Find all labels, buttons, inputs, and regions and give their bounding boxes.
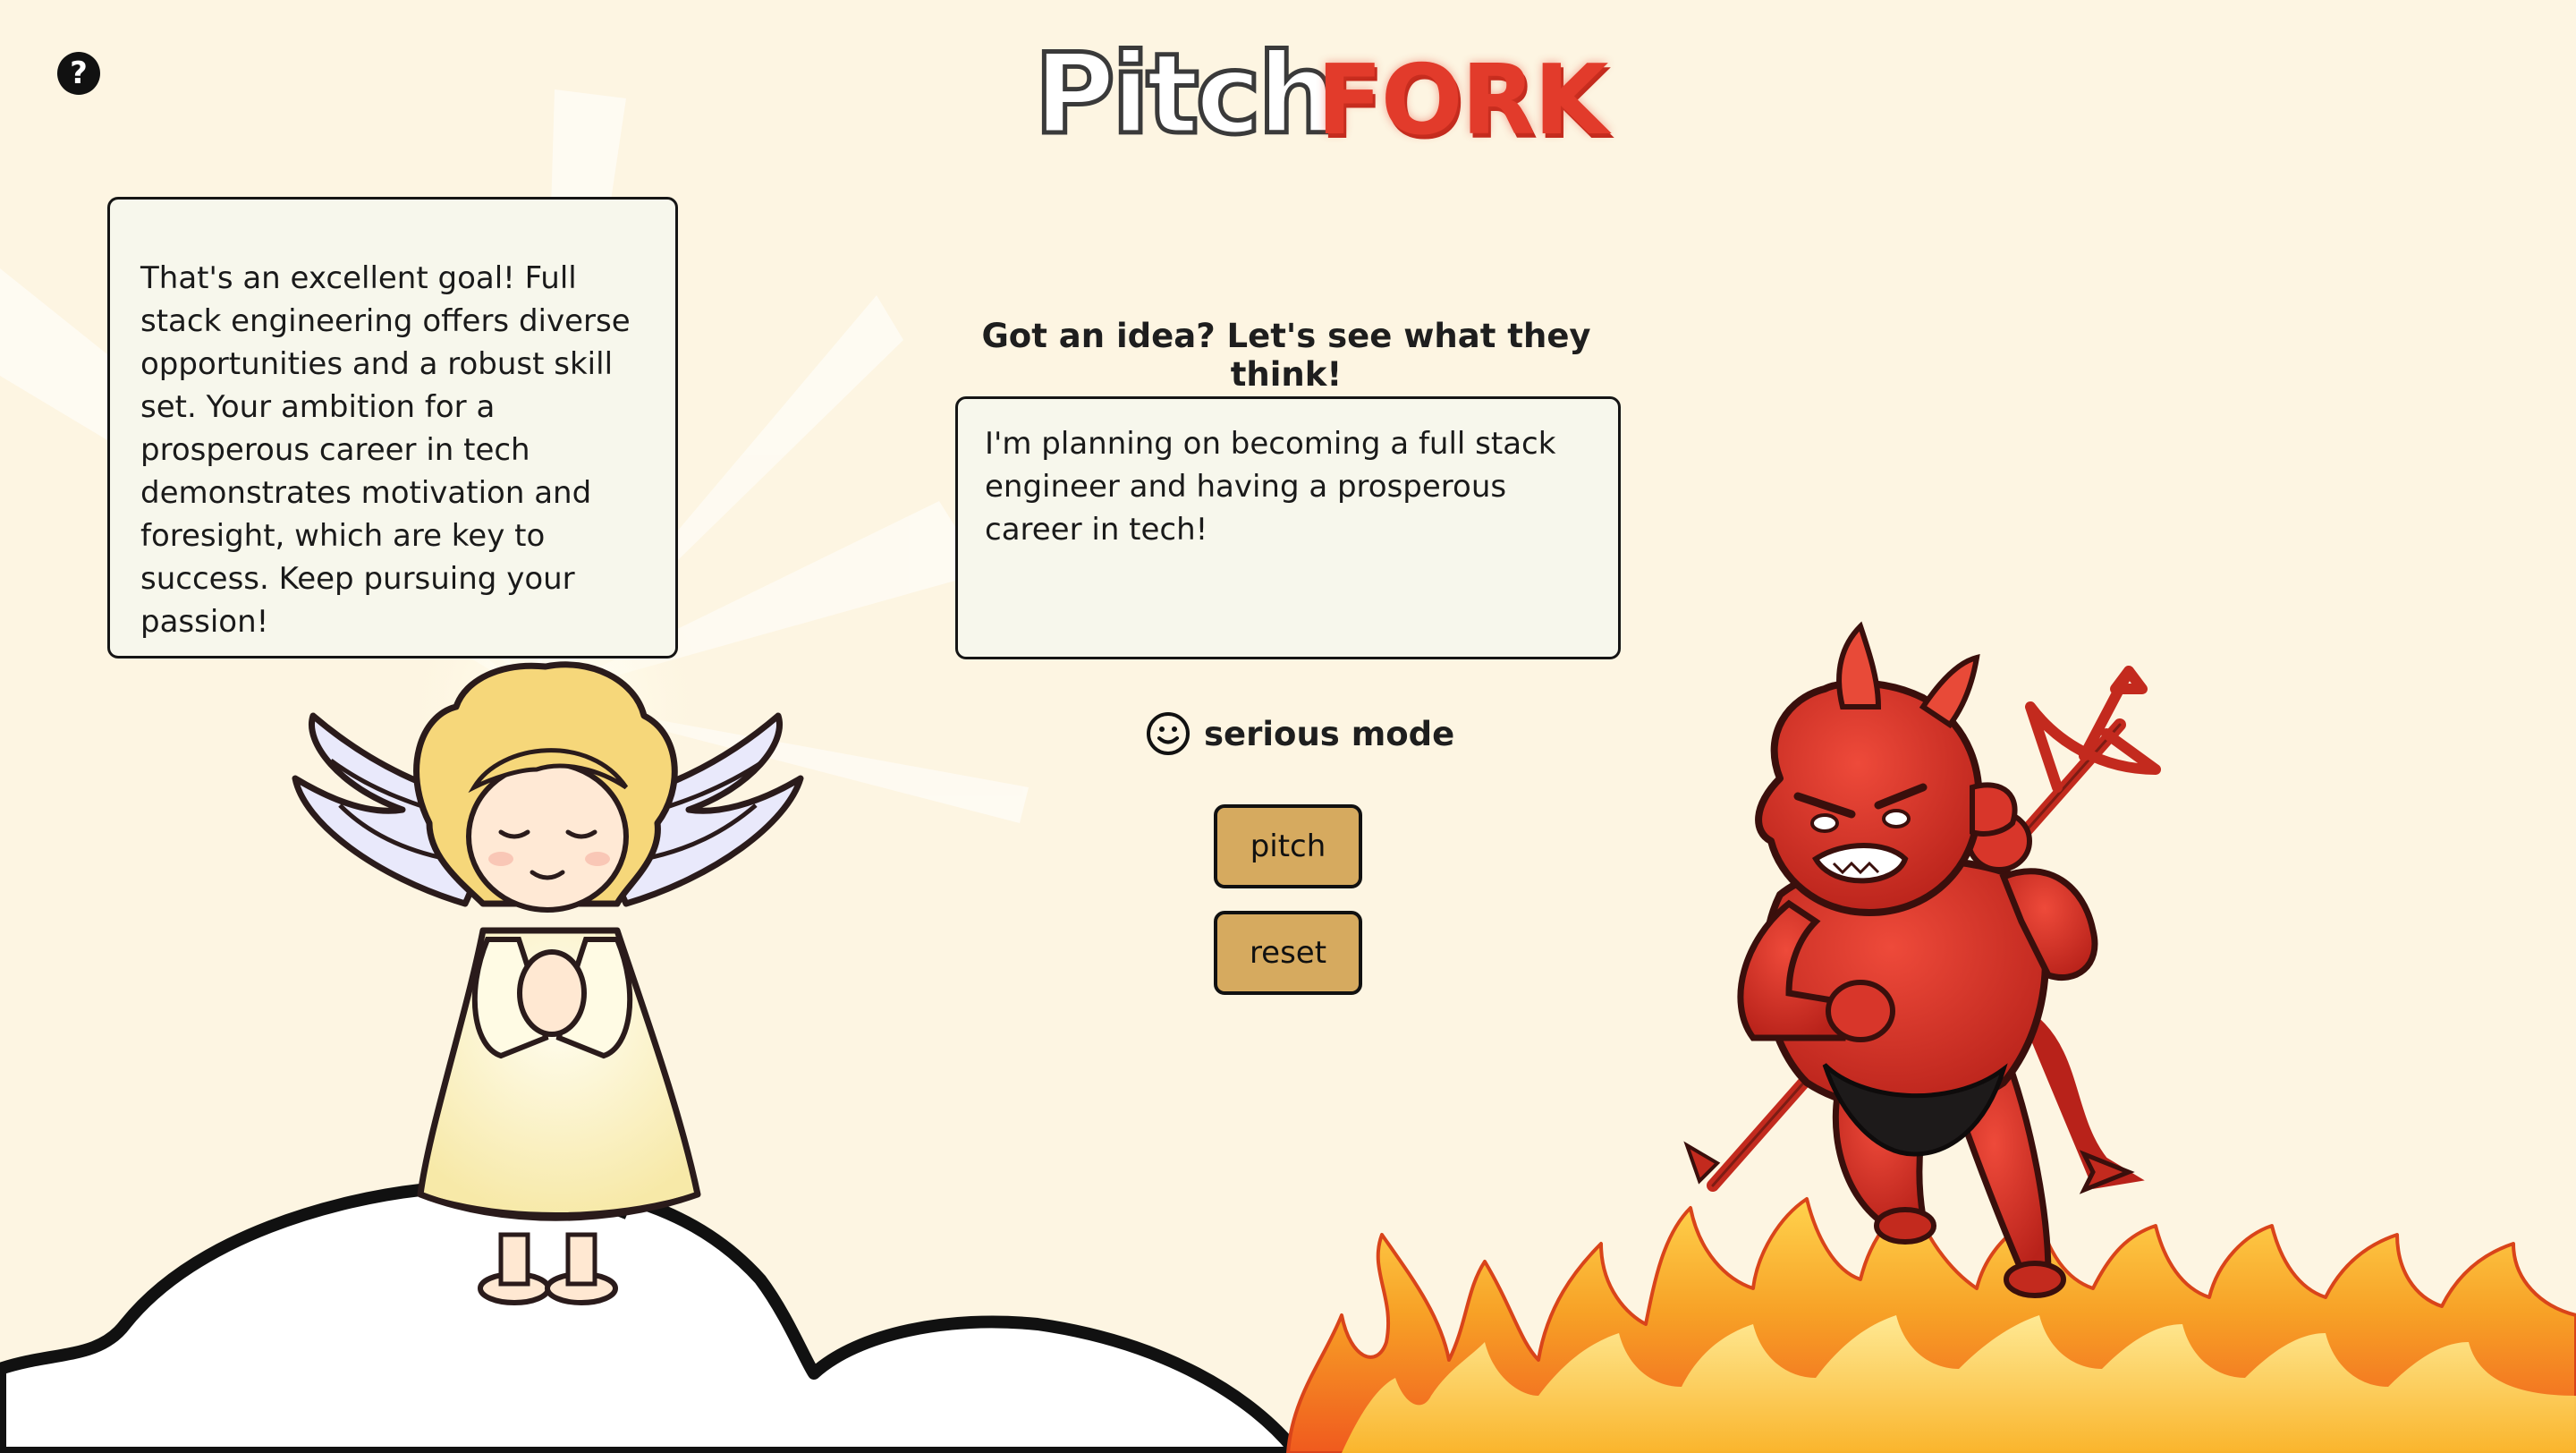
- mode-label: serious mode: [1204, 714, 1455, 753]
- logo-pitch: Pitch: [1031, 29, 1338, 162]
- prompt-label: Got an idea? Let's see what they think!: [981, 317, 1591, 394]
- angel-response-bubble: That's an excellent goal! Full stack eng…: [107, 197, 678, 659]
- app-logo: Pitch FORK: [1029, 18, 1608, 162]
- pitch-button[interactable]: pitch: [1214, 804, 1362, 888]
- serious-mode-toggle[interactable]: serious mode: [1145, 709, 1454, 759]
- help-button[interactable]: ?: [57, 52, 100, 95]
- hellfire: [1286, 1197, 2576, 1453]
- cloud: [0, 1177, 1303, 1453]
- question-mark-icon: ?: [70, 55, 88, 91]
- reset-button[interactable]: reset: [1214, 911, 1362, 995]
- smiley-face-icon: [1147, 712, 1190, 755]
- logo-fork: FORK: [1317, 45, 1608, 157]
- idea-input[interactable]: I'm planning on becoming a full stack en…: [955, 396, 1621, 659]
- devil-figure: [1683, 621, 2161, 1298]
